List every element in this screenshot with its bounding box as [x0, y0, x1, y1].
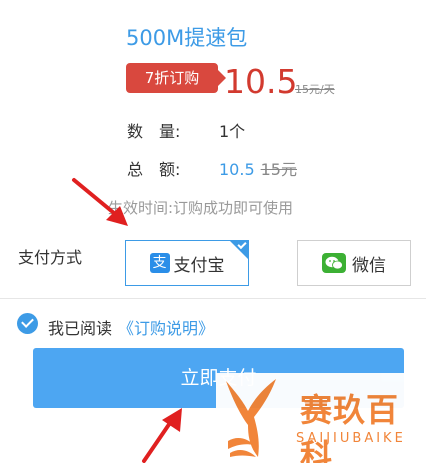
- original-price: 15元/天: [295, 83, 335, 96]
- total-label: 总 额:: [127, 160, 181, 179]
- wechat-option-content: 微信: [298, 241, 410, 285]
- total-new-price: 10.5: [219, 160, 255, 179]
- total-amount: 10.5 15元: [219, 156, 297, 180]
- watermark: 赛玖百科 SAIJIUBAIKE: [216, 373, 426, 463]
- total-old-price: 15元: [260, 160, 297, 179]
- alipay-label: 支付宝: [173, 255, 225, 276]
- divider: [0, 298, 426, 299]
- red-arrow-icon: [72, 178, 128, 226]
- alipay-option[interactable]: 支 支付宝: [125, 239, 249, 286]
- order-terms-link[interactable]: 《订购说明》: [118, 319, 214, 338]
- watermark-cn: 赛玖百科: [300, 391, 400, 463]
- product-title: 500M提速包: [126, 26, 248, 50]
- watermark-en: SAIJIUBAIKE: [296, 431, 406, 446]
- agreement-checkbox[interactable]: [17, 313, 38, 334]
- effective-time-note: 生效时间:订购成功即可使用: [108, 199, 294, 217]
- quantity-label: 数 量:: [127, 122, 181, 141]
- agreement-text: 我已阅读: [48, 319, 113, 338]
- wechat-label: 微信: [352, 255, 386, 276]
- agreement-row: 我已阅读 《订购说明》: [48, 315, 214, 339]
- wechat-option[interactable]: 微信: [297, 240, 411, 286]
- whale-tail-logo-icon: [226, 379, 276, 457]
- wechat-icon: [322, 253, 346, 273]
- quantity-value: 1个: [219, 122, 246, 141]
- discount-badge: 7折订购: [126, 63, 226, 93]
- order-page: 500M提速包 7折订购 10.5 15元/天 数 量: 1个 总 额: 10.…: [0, 0, 426, 463]
- alipay-icon: 支: [149, 253, 170, 273]
- red-arrow-icon: [142, 408, 182, 463]
- current-price: 10.5: [224, 62, 298, 101]
- discount-badge-label: 7折订购: [144, 69, 200, 87]
- payment-method-label: 支付方式: [18, 248, 83, 267]
